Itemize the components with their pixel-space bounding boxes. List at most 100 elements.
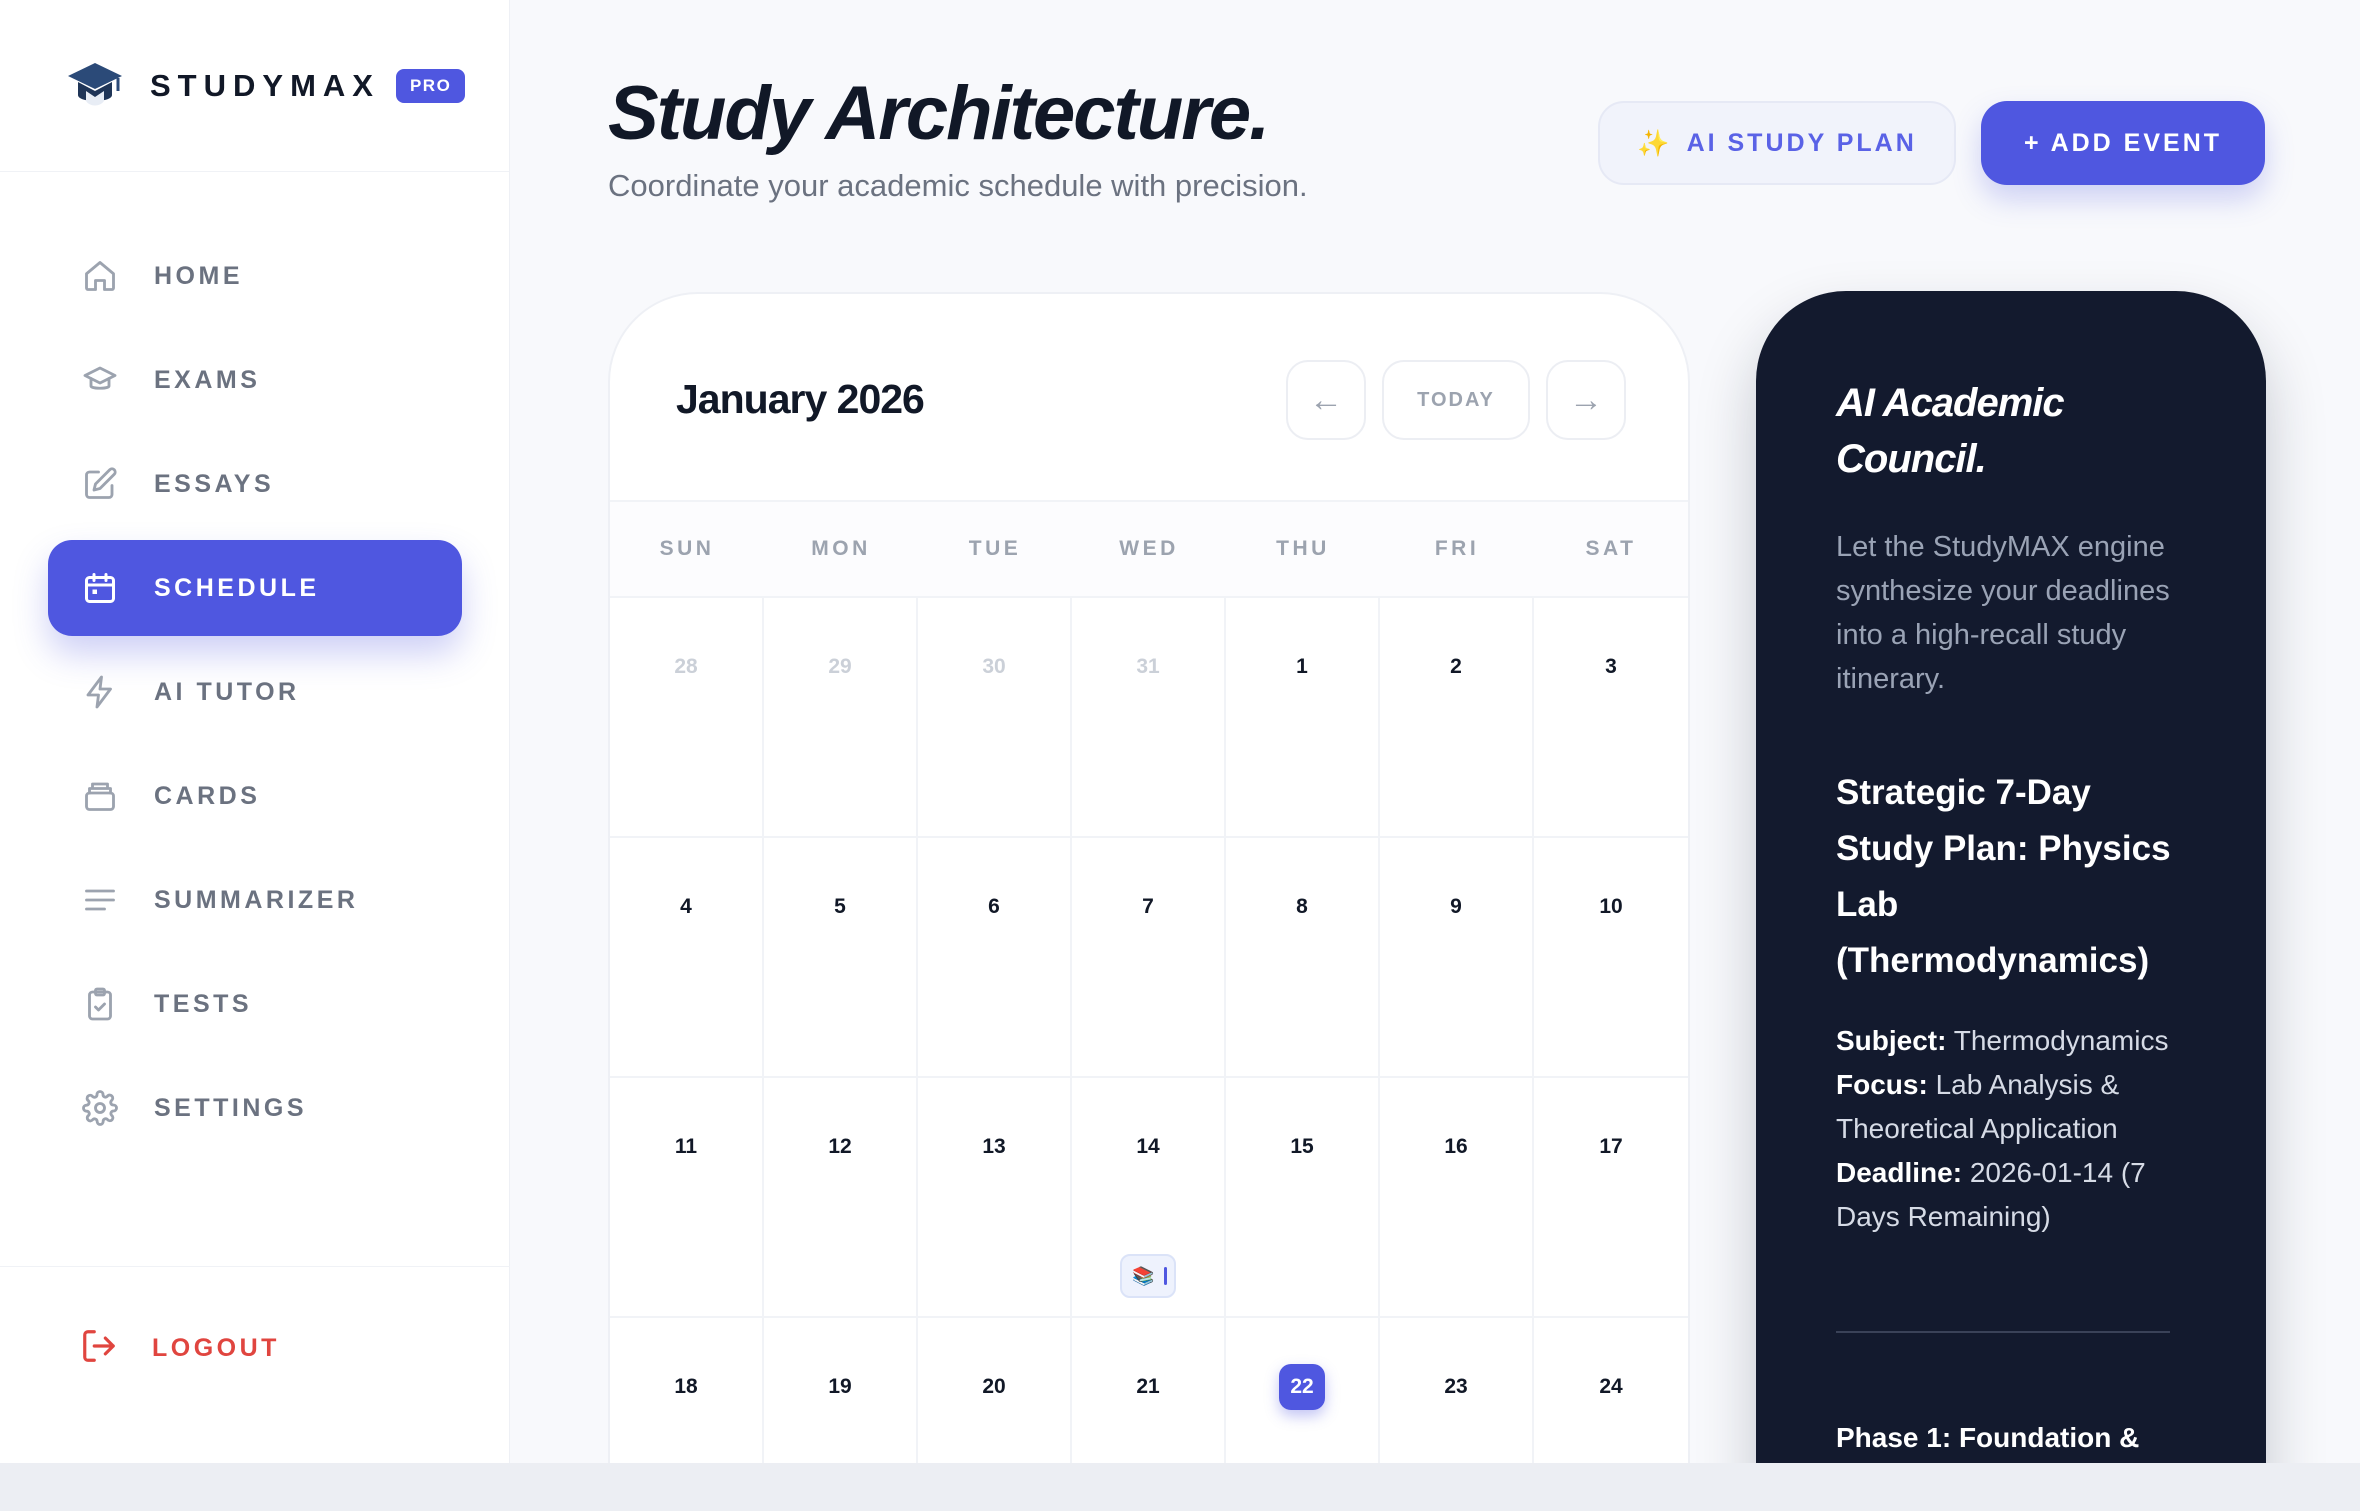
brand[interactable]: STUDYMAX PRO <box>0 0 509 172</box>
sidebar-item-schedule[interactable]: SCHEDULE <box>48 540 462 636</box>
day-number: 5 <box>834 895 846 918</box>
sidebar-item-tests[interactable]: TESTS <box>48 956 462 1052</box>
sidebar-item-label: CARDS <box>154 781 261 810</box>
calendar-day[interactable]: 3 <box>1534 598 1688 838</box>
calendar-event-chip[interactable]: 📚 <box>1120 1254 1176 1298</box>
weekday-label: THU <box>1276 537 1330 560</box>
calendar-day[interactable]: 14 📚 <box>1072 1078 1226 1318</box>
calendar-day[interactable]: 29 <box>764 598 918 838</box>
day-number: 7 <box>1142 895 1154 918</box>
lightning-icon <box>80 672 120 712</box>
sidebar-item-label: AI TUTOR <box>154 677 300 706</box>
calendar-day[interactable]: 15 <box>1226 1078 1380 1318</box>
sidebar: STUDYMAX PRO HOME EXAMS ESSAYS SCHEDULE … <box>0 0 510 1463</box>
main-nav: HOME EXAMS ESSAYS SCHEDULE AI TUTOR CARD… <box>48 228 462 1164</box>
brand-name: STUDYMAX <box>150 67 380 103</box>
day-number: 4 <box>680 895 692 918</box>
weekday-label: FRI <box>1434 537 1480 560</box>
prev-month-button[interactable]: ← <box>1286 360 1366 440</box>
weekday-label: SUN <box>659 537 715 560</box>
day-number: 22 <box>1279 1364 1325 1410</box>
calendar-grid: 28 29 30 31 1 2 3 4 5 6 7 8 9 10 11 12 13 14 📚 15 16 17 18 19 20… <box>610 598 1688 1511</box>
subject-label: Subject: <box>1836 1025 1947 1056</box>
ai-panel-title: AI Academic Council. <box>1836 381 2065 481</box>
today-button[interactable]: TODAY <box>1382 360 1530 440</box>
day-number: 2 <box>1450 655 1462 678</box>
page-subtitle: Coordinate your academic schedule with p… <box>608 168 1308 203</box>
page-title: Study Architecture. <box>608 71 1270 156</box>
logout-icon <box>80 1327 118 1370</box>
calendar-header: January 2026 ← TODAY → <box>610 294 1688 502</box>
day-number: 6 <box>988 895 1000 918</box>
sidebar-item-label: SUMMARIZER <box>154 885 359 914</box>
weekday-header: SUN MON TUE WED THU FRI SAT <box>610 502 1688 598</box>
calendar-day[interactable]: 30 <box>918 598 1072 838</box>
logout-button[interactable]: LOGOUT <box>80 1327 280 1370</box>
calendar-day[interactable]: 6 <box>918 838 1072 1078</box>
day-number: 3 <box>1605 655 1617 678</box>
calendar-day[interactable]: 16 <box>1380 1078 1534 1318</box>
sidebar-item-exams[interactable]: EXAMS <box>48 332 462 428</box>
calendar-day[interactable]: 31 <box>1072 598 1226 838</box>
calendar-day[interactable]: 5 <box>764 838 918 1078</box>
calendar-day[interactable]: 13 <box>918 1078 1072 1318</box>
calendar-icon <box>80 568 120 608</box>
weekday-label: WED <box>1119 537 1179 560</box>
calendar-day[interactable]: 17 <box>1534 1078 1688 1318</box>
graduation-cap-icon <box>80 360 120 400</box>
weekday-label: TUE <box>968 537 1022 560</box>
weekday-label: MON <box>811 537 871 560</box>
ai-panel-description: Let the StudyMAX engine synthesize your … <box>1836 531 2170 695</box>
day-number: 17 <box>1599 1135 1623 1158</box>
cards-stack-icon <box>80 776 120 816</box>
day-number: 14 <box>1136 1135 1160 1158</box>
day-number: 30 <box>982 655 1006 678</box>
clipboard-check-icon <box>80 984 120 1024</box>
next-month-button[interactable]: → <box>1546 360 1626 440</box>
study-plan-meta: Subject: Thermodynamics Focus: Lab Analy… <box>1836 1019 2186 1239</box>
day-number: 23 <box>1444 1375 1468 1398</box>
subject-value: Thermodynamics <box>1953 1025 2169 1056</box>
day-number: 28 <box>674 655 698 678</box>
sidebar-item-home[interactable]: HOME <box>48 228 462 324</box>
edit-icon <box>80 464 120 504</box>
calendar-day[interactable]: 7 <box>1072 838 1226 1078</box>
ai-study-plan-label: AI STUDY PLAN <box>1686 128 1917 157</box>
calendar-day[interactable]: 1 <box>1226 598 1380 838</box>
calendar-day[interactable]: 11 <box>610 1078 764 1318</box>
day-number: 12 <box>828 1135 852 1158</box>
sparkles-icon: ✨ <box>1637 127 1673 158</box>
gear-icon <box>80 1088 120 1128</box>
sidebar-item-ai-tutor[interactable]: AI TUTOR <box>48 644 462 740</box>
calendar-day[interactable]: 4 <box>610 838 764 1078</box>
calendar-day[interactable]: 12 <box>764 1078 918 1318</box>
calendar-day[interactable]: 28 <box>610 598 764 838</box>
calendar-day[interactable]: 2 <box>1380 598 1534 838</box>
day-number: 16 <box>1444 1135 1468 1158</box>
calendar: January 2026 ← TODAY → SUN MON TUE WED THU FR… <box>608 292 1690 1511</box>
day-number: 20 <box>982 1375 1006 1398</box>
day-number: 19 <box>828 1375 852 1398</box>
sidebar-item-essays[interactable]: ESSAYS <box>48 436 462 532</box>
sidebar-item-label: SETTINGS <box>154 1093 308 1122</box>
logout-section: LOGOUT <box>0 1266 510 1463</box>
day-number: 18 <box>674 1375 698 1398</box>
ai-study-plan-button[interactable]: ✨ AI STUDY PLAN <box>1598 101 1956 185</box>
sidebar-item-cards[interactable]: CARDS <box>48 748 462 844</box>
focus-row: Focus: Lab Analysis & Theoretical Applic… <box>1836 1063 2186 1151</box>
sidebar-item-summarizer[interactable]: SUMMARIZER <box>48 852 462 948</box>
calendar-day[interactable]: 9 <box>1380 838 1534 1078</box>
study-plan-title: Strategic 7-Day Study Plan: Physics Lab … <box>1836 773 2171 980</box>
sidebar-item-settings[interactable]: SETTINGS <box>48 1060 462 1156</box>
sidebar-item-label: TESTS <box>154 989 253 1018</box>
sidebar-item-label: ESSAYS <box>154 469 275 498</box>
day-number: 21 <box>1136 1375 1160 1398</box>
day-number: 8 <box>1296 895 1308 918</box>
day-number: 29 <box>828 655 852 678</box>
subject-row: Subject: Thermodynamics <box>1836 1019 2186 1063</box>
calendar-day[interactable]: 10 <box>1534 838 1688 1078</box>
add-event-button[interactable]: + ADD EVENT <box>1981 101 2265 185</box>
calendar-day[interactable]: 8 <box>1226 838 1380 1078</box>
books-icon: 📚 <box>1132 1265 1155 1286</box>
day-number: 24 <box>1599 1375 1623 1398</box>
